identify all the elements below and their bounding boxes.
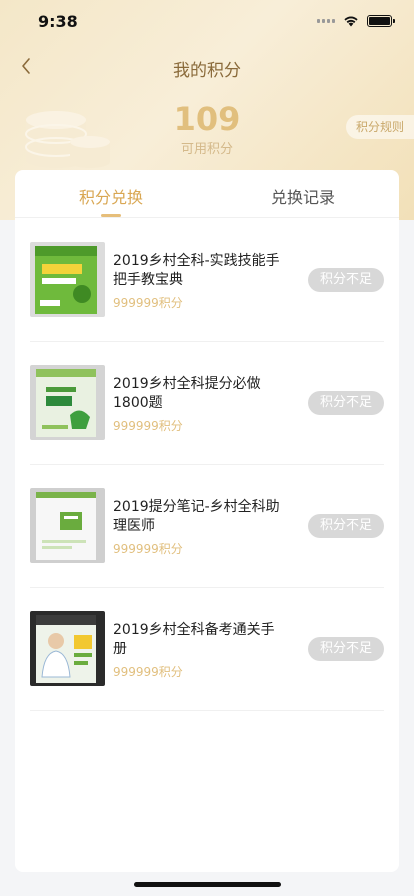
battery-icon (367, 15, 395, 27)
item-title: 2019乡村全科提分必做1800题 (113, 376, 261, 411)
item-title: 2019提分笔记-乡村全科助理医师 (113, 499, 280, 534)
content-card: 积分兑换 兑换记录 2019乡村全科-实践技能手把手教宝典 999999积分 积… (15, 170, 399, 872)
page-title: 我的积分 (173, 61, 241, 81)
points-rules-button[interactable]: 积分规则 (346, 115, 414, 139)
tab-history[interactable]: 兑换记录 (207, 184, 399, 208)
item-title: 2019乡村全科-实践技能手把手教宝典 (113, 253, 280, 288)
list-item[interactable]: 2019乡村全科提分必做1800题 999999积分 积分不足 (30, 342, 384, 465)
home-indicator (134, 882, 281, 887)
tab-indicator (101, 214, 121, 217)
status-bar: 9:38 (0, 0, 414, 44)
tab-bar: 积分兑换 兑换记录 (15, 170, 399, 218)
item-title: 2019乡村全科备考通关手册 (113, 622, 275, 657)
book-cover-image (30, 488, 105, 563)
item-points: 999999积分 (113, 542, 183, 556)
item-points: 999999积分 (113, 665, 183, 679)
signal-icon (317, 19, 335, 23)
item-points: 999999积分 (113, 419, 183, 433)
redeem-button[interactable]: 积分不足 (308, 391, 384, 415)
status-time: 9:38 (38, 12, 78, 31)
nav-bar: 我的积分 (0, 44, 414, 88)
list-item[interactable]: 2019提分笔记-乡村全科助理医师 999999积分 积分不足 (30, 465, 384, 588)
book-cover-image (30, 242, 105, 317)
redeem-button[interactable]: 积分不足 (308, 514, 384, 538)
book-cover-image (30, 611, 105, 686)
item-points: 999999积分 (113, 296, 183, 310)
points-caption: 可用积分 (180, 142, 233, 157)
wifi-icon (344, 16, 358, 27)
status-icons (317, 15, 395, 27)
redeem-button[interactable]: 积分不足 (308, 268, 384, 292)
redeem-button[interactable]: 积分不足 (308, 637, 384, 661)
list-item[interactable]: 2019乡村全科-实践技能手把手教宝典 999999积分 积分不足 (30, 219, 384, 342)
tab-redeem[interactable]: 积分兑换 (15, 184, 207, 208)
list-item[interactable]: 2019乡村全科备考通关手册 999999积分 积分不足 (30, 588, 384, 711)
book-cover-image (30, 365, 105, 440)
